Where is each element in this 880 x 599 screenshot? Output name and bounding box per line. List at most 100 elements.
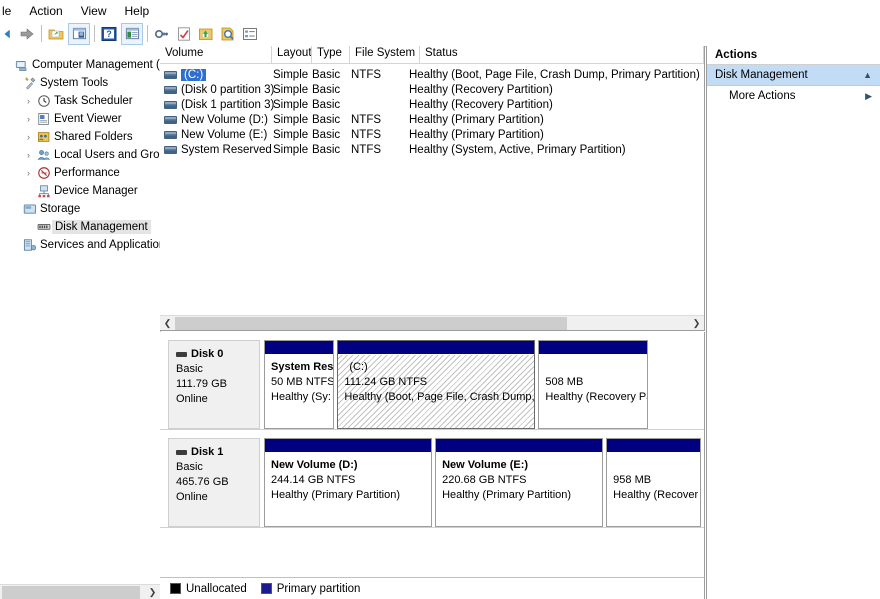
tree-item-task-scheduler[interactable]: › Task Scheduler [0, 92, 160, 110]
table-row[interactable]: (C:) Simple Basic NTFS Healthy (Boot, Pa… [160, 67, 704, 82]
partition-box[interactable]: 958 MB Healthy (Recover [606, 438, 701, 527]
partition-box[interactable]: (C:) 111.24 GB NTFS Healthy (Boot, Page … [337, 340, 536, 429]
drive-icon [164, 70, 177, 79]
tree-item-label: Local Users and Groups [54, 149, 160, 161]
menu-item-view[interactable]: View [72, 2, 116, 20]
tree-item-storage[interactable]: Storage [0, 200, 160, 218]
cell-layout: Simple [273, 68, 309, 81]
cell-volume: (Disk 1 partition 3) [160, 99, 274, 111]
tree-item-label: Task Scheduler [54, 95, 133, 107]
chevron-right-icon[interactable]: ▶ [865, 91, 872, 102]
drive-icon [164, 85, 177, 94]
partition-capacity-bar [338, 341, 535, 355]
scroll-left-icon[interactable]: ❮ [160, 315, 175, 330]
cell-type: Basic [312, 128, 341, 141]
cell-type: Basic [312, 143, 341, 156]
partition-size: 50 MB NTFS [271, 376, 334, 388]
partition-capacity-bar [265, 341, 334, 355]
disk-info-panel[interactable]: Disk 1 Basic 465.76 GB Online [168, 438, 260, 527]
chevron-up-icon[interactable]: ▲ [863, 70, 872, 80]
actions-group-disk-management[interactable]: Disk Management ▲ [707, 65, 880, 86]
column-header-layout[interactable]: Layout [272, 46, 312, 63]
cell-layout: Simple [273, 98, 309, 111]
sidebar-item-disk-management[interactable]: Disk Management [0, 218, 160, 236]
toolbar-separator [41, 25, 42, 42]
rescan-disks-icon[interactable] [152, 24, 172, 44]
storage-icon [21, 202, 38, 216]
table-row[interactable]: (Disk 0 partition 3) Simple Basic Health… [160, 82, 704, 97]
chevron-right-icon[interactable]: › [22, 149, 35, 162]
tree-item-computer-management[interactable]: Computer Management (Local [0, 56, 160, 74]
disk-name: Disk 0 [191, 348, 224, 360]
chevron-right-icon[interactable]: › [22, 113, 35, 126]
properties-icon[interactable] [121, 22, 143, 45]
disk-legend: Unallocated Primary partition [160, 577, 705, 599]
tree-scrollbar-thumb[interactable] [2, 585, 140, 599]
volume-name: New Volume (D:) [181, 113, 268, 126]
chevron-right-icon[interactable]: › [22, 167, 35, 180]
tree-item-label: Device Manager [54, 185, 138, 197]
tree-item-services-and-applications[interactable]: Services and Applications [0, 236, 160, 254]
chevron-right-icon[interactable]: › [22, 95, 35, 108]
cell-type: Basic [312, 68, 341, 81]
list-view-icon[interactable] [240, 24, 260, 44]
tree-item-event-viewer[interactable]: › Event Viewer [0, 110, 160, 128]
tree-expander [22, 221, 35, 234]
menu-item-file[interactable]: le [0, 2, 20, 20]
export-list-icon[interactable] [196, 24, 216, 44]
column-header-volume[interactable]: Volume [160, 46, 272, 63]
menu-item-action[interactable]: Action [20, 2, 71, 20]
table-row[interactable]: (Disk 1 partition 3) Simple Basic Health… [160, 97, 704, 112]
volume-name: New Volume (E:) [181, 128, 268, 141]
disk-type: Basic [176, 461, 203, 473]
tree-item-device-manager[interactable]: Device Manager [0, 182, 160, 200]
table-row[interactable]: New Volume (D:) Simple Basic NTFS Health… [160, 112, 704, 127]
disk-partitions: System Res 50 MB NTFS Healthy (Sy: (C:) … [260, 340, 704, 429]
disk-state: Online [176, 491, 208, 503]
chevron-right-icon[interactable]: › [22, 131, 35, 144]
tree-horizontal-scrollbar[interactable]: ❯ [0, 584, 160, 599]
partition-box[interactable]: New Volume (E:) 220.68 GB NTFS Healthy (… [435, 438, 604, 527]
column-header-file-system[interactable]: File System [350, 46, 420, 63]
tree-item-performance[interactable]: › Performance [0, 164, 160, 182]
primary-partition-swatch [260, 583, 272, 594]
back-arrow-icon[interactable] [1, 24, 15, 44]
table-row[interactable]: New Volume (E:) Simple Basic NTFS Health… [160, 127, 704, 142]
tree-item-local-users-and-groups[interactable]: › Local Users and Groups [0, 146, 160, 164]
scrollbar-track[interactable] [175, 315, 689, 330]
actions-pane: Actions Disk Management ▲ More Actions ▶ [706, 46, 880, 599]
column-header-status[interactable]: Status [420, 46, 704, 63]
drive-icon [164, 145, 177, 154]
partition-box[interactable]: System Res 50 MB NTFS Healthy (Sy: [264, 340, 335, 429]
partition-box[interactable]: New Volume (D:) 244.14 GB NTFS Healthy (… [264, 438, 433, 527]
refresh-icon[interactable] [174, 24, 194, 44]
column-header-type[interactable]: Type [312, 46, 350, 63]
zoom-icon[interactable] [218, 24, 238, 44]
tree-item-system-tools[interactable]: System Tools [0, 74, 160, 92]
legend-label: Unallocated [186, 582, 247, 595]
partition-name [613, 458, 700, 473]
partition-body: 958 MB Healthy (Recover [607, 453, 700, 526]
volume-list-horizontal-scrollbar[interactable]: ❮ ❯ [160, 315, 704, 330]
volume-list-header: Volume Layout Type File System Status [160, 46, 704, 64]
help-icon[interactable]: ? [99, 24, 119, 44]
up-folder-icon[interactable] [46, 24, 66, 44]
table-row[interactable]: System Reserved Simple Basic NTFS Health… [160, 142, 704, 157]
drive-icon [164, 130, 177, 139]
disk-info-panel[interactable]: Disk 0 Basic 111.79 GB Online [168, 340, 260, 429]
tree-item-shared-folders[interactable]: › Shared Folders [0, 128, 160, 146]
disk-management-icon [35, 220, 52, 234]
menu-item-help[interactable]: Help [116, 2, 159, 20]
scrollbar-thumb[interactable] [175, 316, 567, 330]
tree-scrollbar-track[interactable] [2, 584, 145, 599]
show-hide-console-tree-icon[interactable] [68, 22, 90, 45]
scroll-right-icon[interactable]: ❯ [689, 315, 704, 330]
partition-box[interactable]: 508 MB Healthy (Recovery Pa [538, 340, 649, 429]
disk-name: Disk 1 [191, 446, 224, 458]
tree-item-label: Storage [40, 203, 81, 215]
scroll-right-icon[interactable]: ❯ [145, 584, 160, 599]
cell-status: Healthy (Primary Partition) [409, 113, 544, 126]
actions-more-actions[interactable]: More Actions ▶ [707, 86, 880, 106]
sidebar-item-label: Disk Management [52, 220, 151, 234]
forward-arrow-icon[interactable] [17, 24, 37, 44]
